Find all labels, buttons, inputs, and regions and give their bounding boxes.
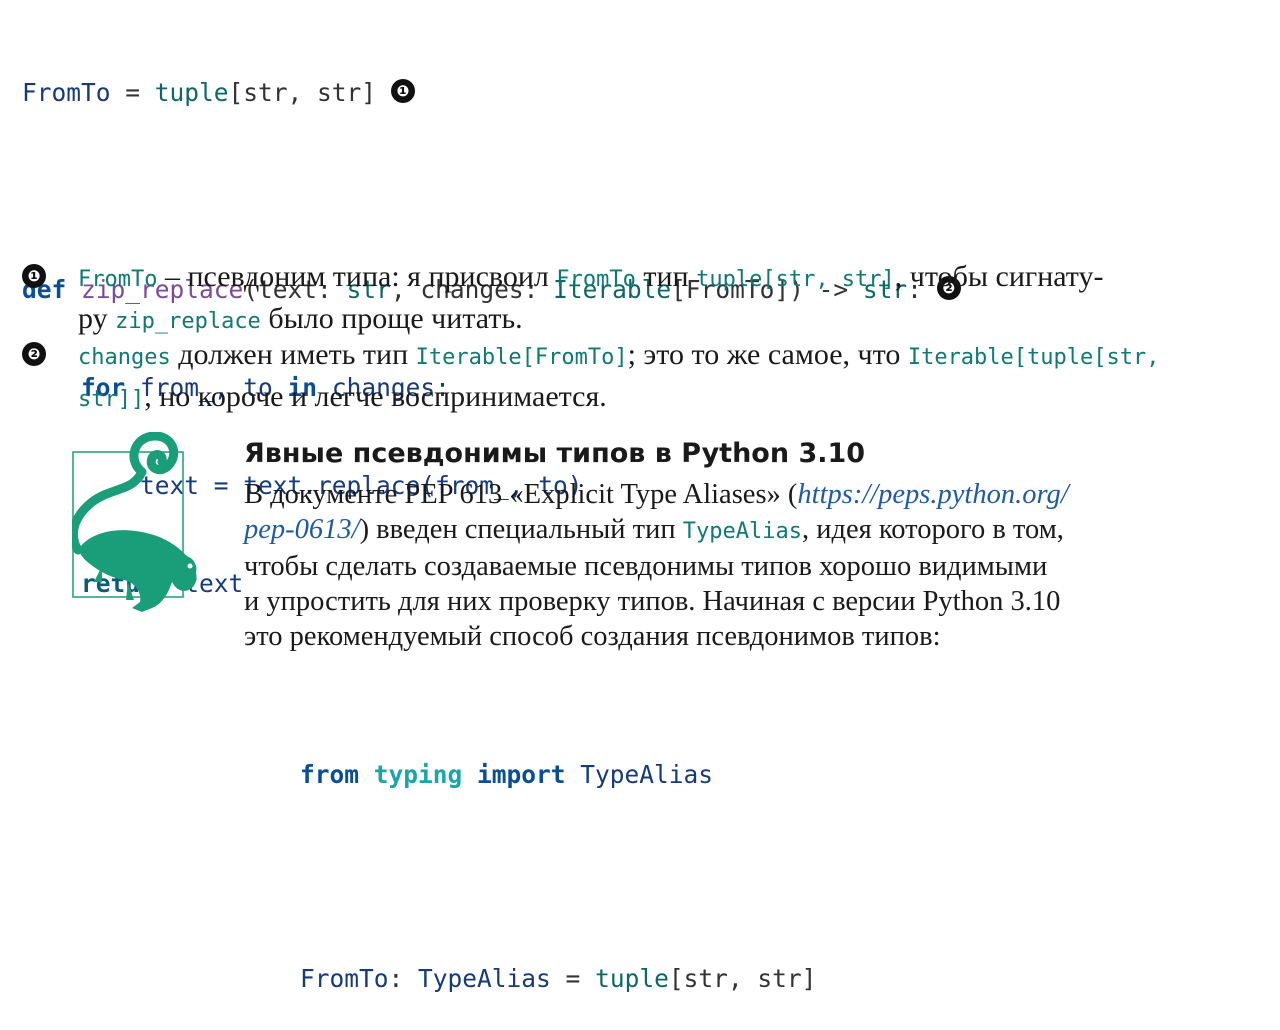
callout-1-line-1: FromTo – псевдоним типа: я присвоил From… bbox=[78, 258, 1258, 300]
sidebar-body: В документе PEP 613 «Explicit Type Alias… bbox=[244, 477, 1144, 654]
callout-badge-1: ❶ bbox=[390, 79, 415, 104]
inline-code: zip_replace bbox=[115, 308, 261, 334]
sidebar-line-2: pep-0613/) введен специальный тип TypeAl… bbox=[244, 512, 1144, 549]
pep-link[interactable]: https://peps.python.org/ bbox=[797, 479, 1068, 510]
callout-badge-2: ❷ bbox=[22, 342, 46, 366]
sidebar-text: , идея которого в том, bbox=[801, 514, 1064, 545]
callout-text-1: FromTo – псевдоним типа: я присвоил From… bbox=[78, 258, 1258, 341]
code-line-import: from typing import TypeAlias bbox=[300, 758, 816, 792]
inline-code: FromTo bbox=[78, 267, 158, 292]
code-identifier: TypeAlias bbox=[565, 760, 714, 789]
sidebar-text: ) введен специальный тип bbox=[359, 514, 683, 545]
sidebar-line-3: чтобы сделать создаваемые псевдонимы тип… bbox=[244, 551, 1048, 582]
code-listing-typealias: from typing import TypeAlias FromTo: Typ… bbox=[300, 690, 816, 1030]
callout-2-line-1: changes должен иметь тип Iterable[FromTo… bbox=[78, 336, 1258, 378]
inline-code: Iterable[FromTo] bbox=[415, 345, 628, 370]
code-type: TypeAlias bbox=[418, 964, 551, 993]
sidebar-text: В документе PEP 613 «Explicit Type Alias… bbox=[244, 479, 798, 510]
inline-code: FromTo bbox=[556, 267, 636, 292]
code-args: [str, str] bbox=[228, 78, 377, 108]
code-type: tuple bbox=[595, 964, 669, 993]
inline-code: tuple[str, str] bbox=[696, 267, 895, 292]
callout-text: ру bbox=[78, 301, 116, 335]
inline-code: Iterable[tuple[str, bbox=[907, 345, 1160, 370]
sidebar-note: Явные псевдонимы типов в Python 3.10 В д… bbox=[244, 438, 1144, 654]
code-colon: : bbox=[388, 964, 419, 993]
callout-1-line-2: ру zip_replace было проще читать. bbox=[78, 300, 1258, 342]
callout-text: – псевдоним типа: я присвоил bbox=[157, 260, 557, 293]
code-module: typing bbox=[359, 760, 478, 789]
inline-code: str]] bbox=[78, 386, 145, 412]
inline-code: TypeAlias bbox=[682, 519, 802, 544]
callout-text: , чтобы сигнату- bbox=[894, 260, 1104, 293]
code-identifier: FromTo bbox=[22, 78, 111, 108]
callout-2-line-2: str]], но короче и легче воспринимается. bbox=[78, 378, 1258, 420]
sidebar-line-5: это рекомендуемый способ создания псевдо… bbox=[244, 621, 941, 652]
inline-code: changes bbox=[78, 345, 171, 370]
code-type: tuple bbox=[154, 78, 229, 108]
callout-badge-1: ❶ bbox=[22, 264, 46, 288]
code-identifier: FromTo bbox=[300, 964, 389, 993]
callout-text: должен иметь тип bbox=[170, 338, 416, 371]
code-keyword: from bbox=[300, 760, 360, 789]
code-line-alias: FromTo: TypeAlias = tuple[str, str] bbox=[300, 962, 816, 996]
callout-text: ; это то же самое, что bbox=[627, 338, 908, 371]
callout-text: тип bbox=[635, 260, 697, 293]
callout-text: было проще читать. bbox=[260, 301, 523, 335]
callout-text-2: changes должен иметь тип Iterable[FromTo… bbox=[78, 336, 1258, 419]
sidebar-title: Явные псевдонимы типов в Python 3.10 bbox=[244, 438, 866, 469]
code-operator: = bbox=[550, 964, 596, 993]
sidebar-line-1: В документе PEP 613 «Explicit Type Alias… bbox=[244, 477, 1144, 512]
pep-link-continued[interactable]: pep-0613/ bbox=[244, 514, 360, 545]
lemur-icon bbox=[68, 431, 202, 622]
code-line-1: FromTo = tuple[str, str] ❶ bbox=[22, 77, 961, 110]
code-args: [str, str] bbox=[668, 964, 817, 993]
code-operator: = bbox=[110, 78, 155, 108]
code-keyword: import bbox=[477, 760, 566, 789]
sidebar-line-4: и упростить для них проверку типов. Начи… bbox=[244, 586, 1061, 617]
callout-text: , но короче и легче воспринимается. bbox=[144, 379, 607, 413]
